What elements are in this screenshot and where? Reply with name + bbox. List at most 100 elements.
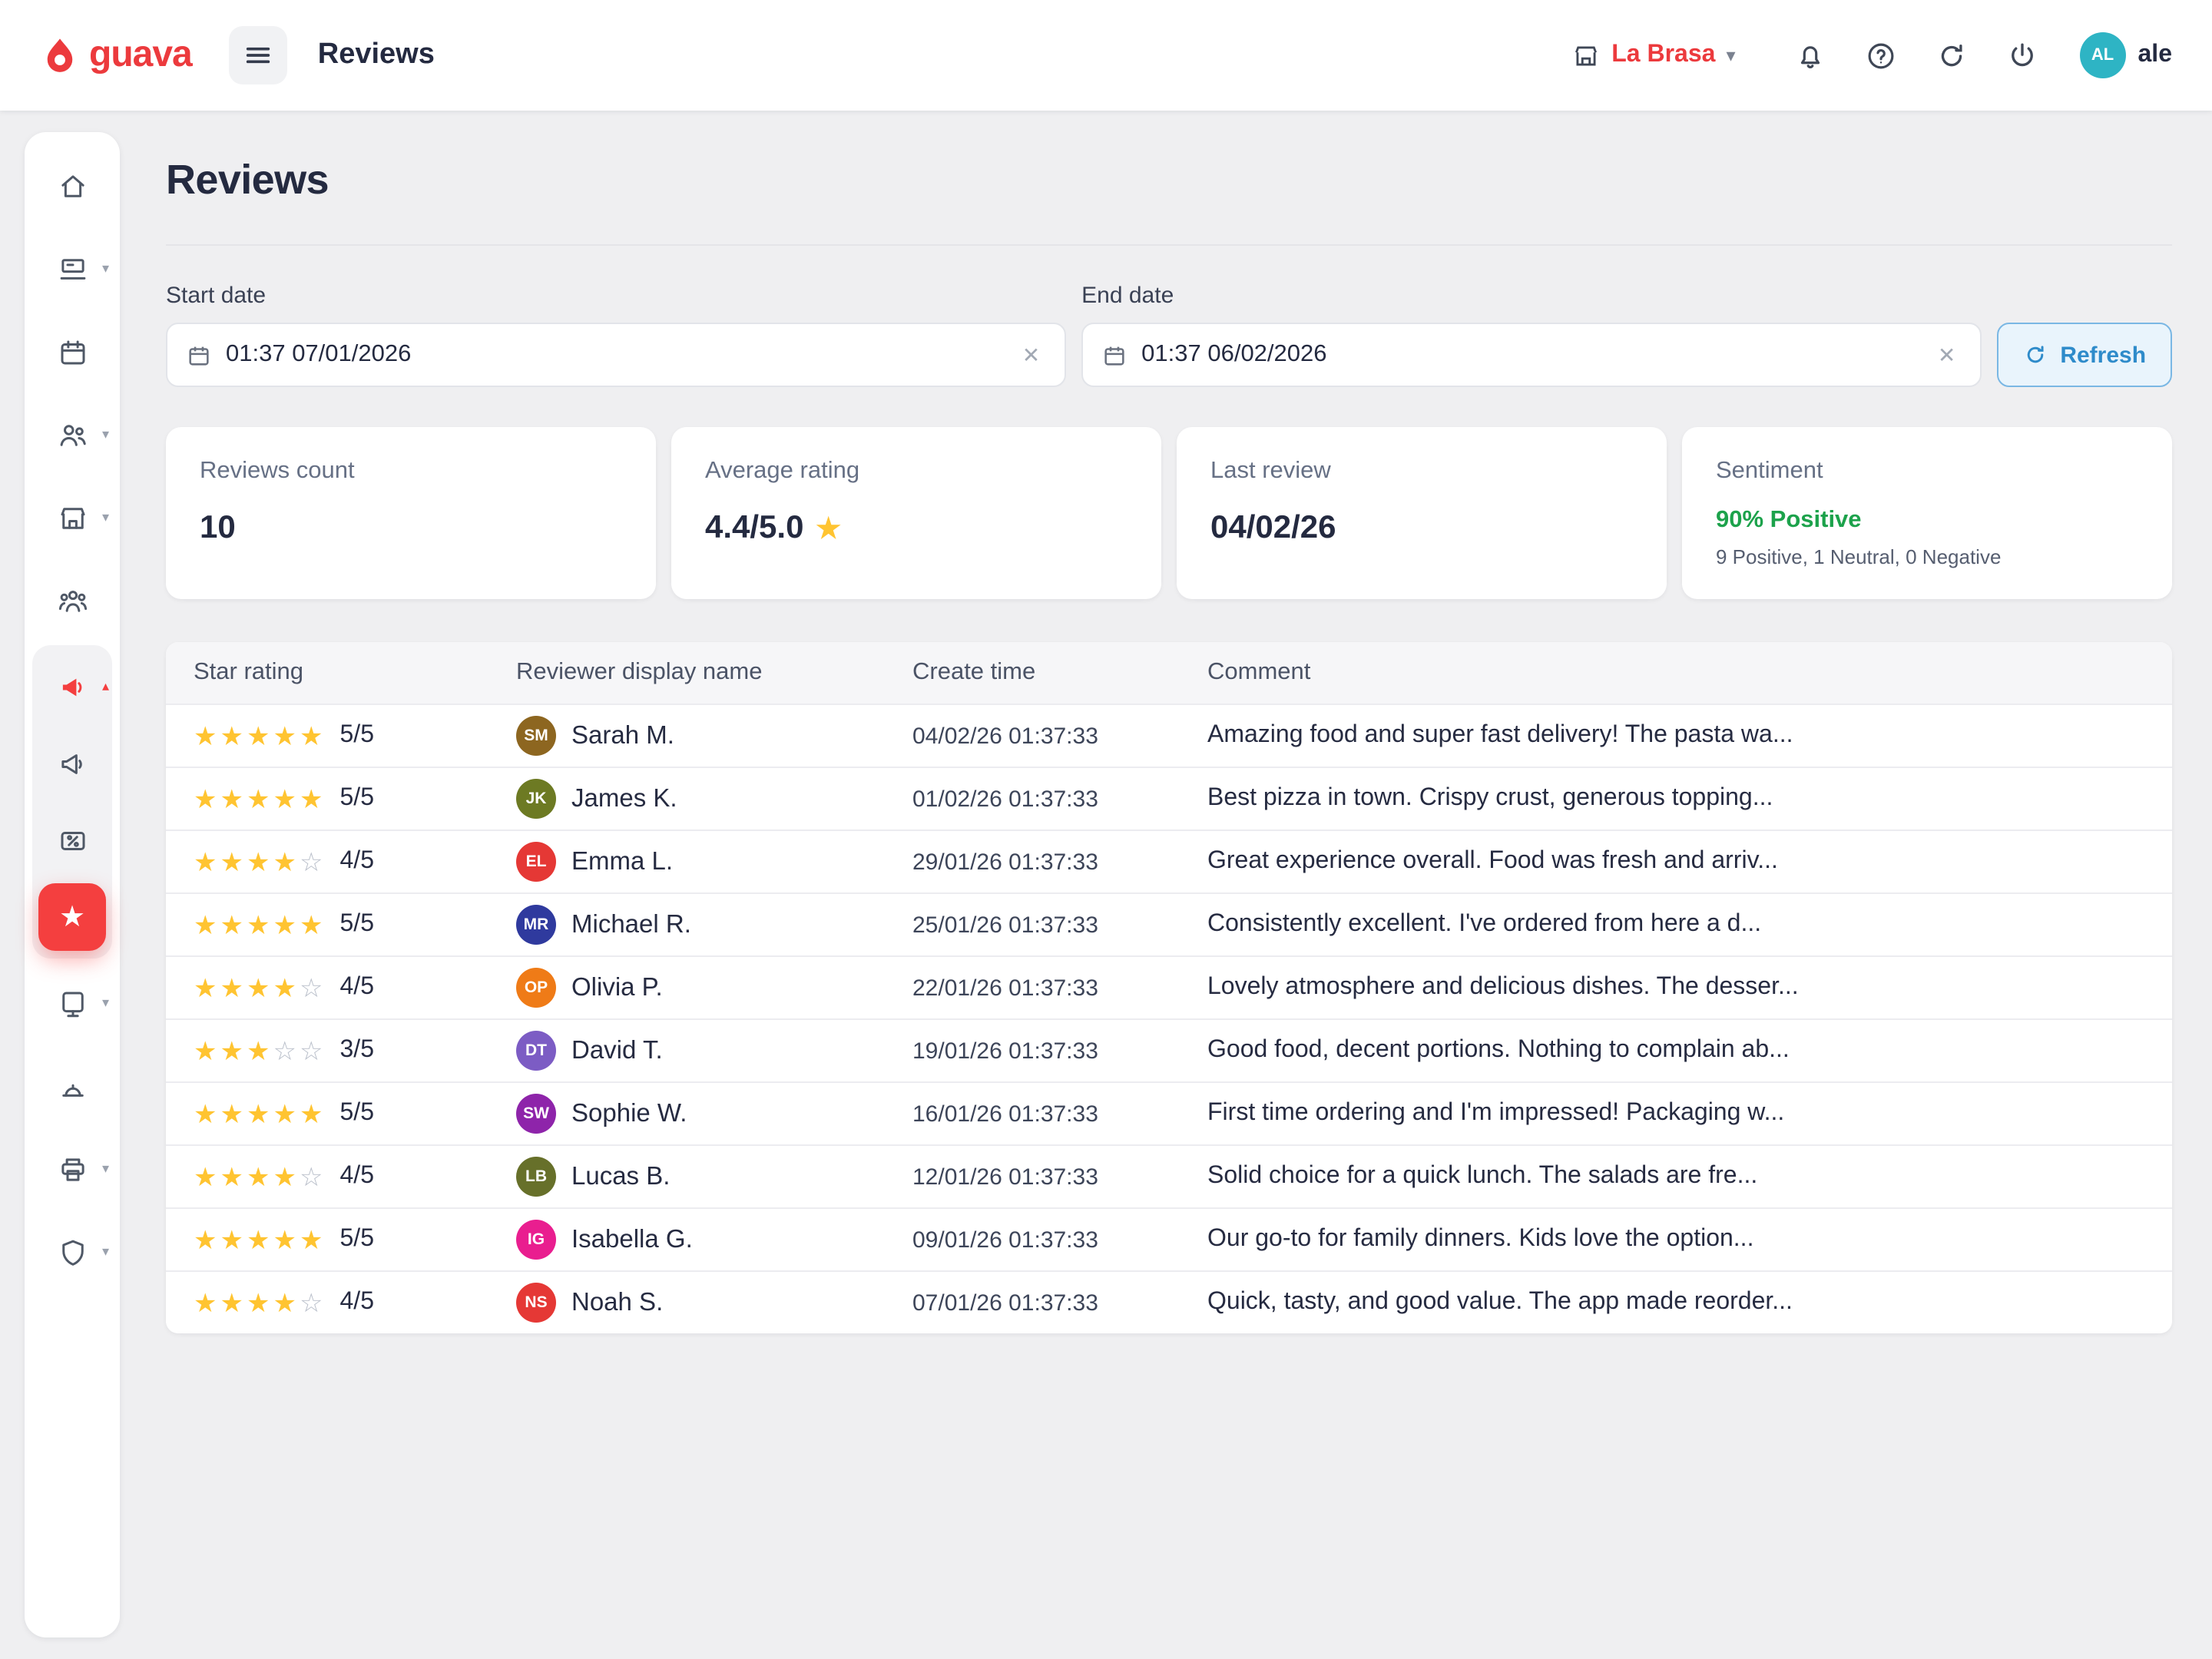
- comment-cell: Good food, decent portions. Nothing to c…: [1207, 1037, 2172, 1065]
- table-row[interactable]: ★★★★☆4/5LBLucas B.12/01/26 01:37:33Solid…: [166, 1144, 2172, 1207]
- user-avatar[interactable]: AL: [2080, 32, 2126, 78]
- logout-button[interactable]: [2003, 35, 2043, 75]
- reviews-table: Star rating Reviewer display name Create…: [166, 642, 2172, 1333]
- reviewer-name: Sophie W.: [571, 1099, 687, 1128]
- sidebar-item-home[interactable]: [32, 144, 112, 227]
- user-menu[interactable]: AL ale: [2080, 32, 2173, 78]
- reviewer-cell: DTDavid T.: [516, 1031, 912, 1071]
- star-icon: ★: [194, 721, 220, 750]
- column-header-comment: Comment: [1207, 659, 2172, 687]
- table-row[interactable]: ★★★★★5/5SMSarah M.04/02/26 01:37:33Amazi…: [166, 704, 2172, 767]
- reviewer-cell: SWSophie W.: [516, 1094, 912, 1134]
- sidebar-item-security[interactable]: ▾: [32, 1210, 112, 1293]
- stats-row: Reviews count 10 Average rating 4.4/5.0 …: [166, 427, 2172, 599]
- star-icon: ★: [247, 973, 273, 1002]
- sentiment-value: 90% Positive: [1716, 507, 2138, 535]
- star-icon: ★: [273, 1225, 300, 1254]
- main-content: Reviews Start date 01:37 07/01/2026 ✕ En…: [166, 111, 2172, 1659]
- stat-value: 04/02/26: [1210, 510, 1633, 547]
- star-icon: ★: [220, 1225, 247, 1254]
- table-row[interactable]: ★★★☆☆3/5DTDavid T.19/01/26 01:37:33Good …: [166, 1018, 2172, 1081]
- create-time-cell: 29/01/26 01:37:33: [912, 849, 1207, 875]
- avatar: LB: [516, 1157, 556, 1197]
- reviewer-cell: SMSarah M.: [516, 716, 912, 756]
- table-row[interactable]: ★★★★☆4/5ELEmma L.29/01/26 01:37:33Great …: [166, 830, 2172, 892]
- star-icon: ★: [220, 784, 247, 813]
- guava-logo-icon: [40, 35, 80, 75]
- sidebar-item-kitchen[interactable]: [32, 1045, 112, 1128]
- table-row[interactable]: ★★★★★5/5MRMichael R.25/01/26 01:37:33Con…: [166, 892, 2172, 955]
- star-icon: ★: [273, 973, 300, 1002]
- help-button[interactable]: [1862, 35, 1902, 75]
- star-icon: ★: [194, 784, 220, 813]
- clear-end-date-icon[interactable]: ✕: [1932, 339, 1962, 371]
- staff-icon: [56, 584, 88, 617]
- end-date-input[interactable]: 01:37 06/02/2026 ✕: [1081, 323, 1982, 387]
- star-icon: ★: [194, 1162, 220, 1191]
- clear-start-date-icon[interactable]: ✕: [1016, 339, 1046, 371]
- create-time-cell: 19/01/26 01:37:33: [912, 1038, 1207, 1064]
- printer-icon: [56, 1153, 88, 1185]
- create-time-cell: 12/01/26 01:37:33: [912, 1164, 1207, 1190]
- table-row[interactable]: ★★★★☆4/5NSNoah S.07/01/26 01:37:33Quick,…: [166, 1270, 2172, 1333]
- comment-cell: Consistently excellent. I've ordered fro…: [1207, 911, 2172, 939]
- sidebar-item-pos[interactable]: ▾: [32, 227, 112, 310]
- star-rating-cell: ★★★★★5/5: [166, 911, 516, 939]
- star-icon: ★: [194, 1036, 220, 1065]
- avatar: NS: [516, 1283, 556, 1323]
- menu-button[interactable]: [229, 26, 287, 84]
- star-icon: ☆: [300, 1162, 326, 1191]
- coupons-icon: [56, 824, 88, 856]
- star-rating-cell: ★★★★☆4/5: [166, 974, 516, 1002]
- chevron-down-icon: ▾: [102, 1243, 109, 1260]
- restaurant-selector[interactable]: La Brasa ▾: [1571, 41, 1735, 70]
- star-icon: ★: [273, 721, 300, 750]
- comment-cell: Solid choice for a quick lunch. The sala…: [1207, 1163, 2172, 1190]
- sidebar-item-store[interactable]: ▾: [32, 476, 112, 559]
- star-rating-cell: ★★★★★5/5: [166, 1226, 516, 1253]
- sidebar-item-campaigns[interactable]: [32, 725, 112, 802]
- start-date-input[interactable]: 01:37 07/01/2026 ✕: [166, 323, 1066, 387]
- restaurant-name: La Brasa: [1611, 41, 1715, 69]
- avatar: OP: [516, 968, 556, 1008]
- security-icon: [56, 1236, 88, 1268]
- stat-label: Last review: [1210, 458, 1633, 485]
- star-icon: ★: [220, 910, 247, 939]
- table-row[interactable]: ★★★★★5/5IGIsabella G.09/01/26 01:37:33Ou…: [166, 1207, 2172, 1270]
- table-row[interactable]: ★★★★★5/5JKJames K.01/02/26 01:37:33Best …: [166, 767, 2172, 830]
- chevron-up-icon: ▴: [102, 678, 109, 695]
- sidebar-item-marketing[interactable]: ▴: [32, 648, 112, 725]
- sidebar-item-coupons[interactable]: [32, 802, 112, 879]
- sidebar-item-customers[interactable]: ▾: [32, 393, 112, 476]
- refresh-button[interactable]: Refresh: [1997, 323, 2172, 387]
- star-icon: ★: [220, 1099, 247, 1128]
- star-icon: ★: [220, 1162, 247, 1191]
- star-icon: ☆: [300, 847, 326, 876]
- reviewer-name: Lucas B.: [571, 1162, 670, 1191]
- kiosk-icon: [56, 987, 88, 1019]
- sidebar-item-calendar[interactable]: [32, 310, 112, 393]
- avatar: EL: [516, 842, 556, 882]
- star-icon: ★: [247, 1288, 273, 1317]
- star-icon: ★: [300, 721, 326, 750]
- table-row[interactable]: ★★★★☆4/5OPOlivia P.22/01/26 01:37:33Love…: [166, 955, 2172, 1018]
- star-icon: ★: [247, 847, 273, 876]
- sidebar-item-staff[interactable]: [32, 559, 112, 642]
- sidebar-item-kiosk[interactable]: ▾: [32, 962, 112, 1045]
- sidebar-item-reviews[interactable]: ★: [32, 879, 112, 955]
- sidebar-item-printer[interactable]: ▾: [32, 1128, 112, 1210]
- create-time-cell: 25/01/26 01:37:33: [912, 912, 1207, 938]
- table-row[interactable]: ★★★★★5/5SWSophie W.16/01/26 01:37:33Firs…: [166, 1081, 2172, 1144]
- star-icon: ★: [220, 721, 247, 750]
- stat-card-reviews-count: Reviews count 10: [166, 427, 656, 599]
- star-rating-cell: ★★★☆☆3/5: [166, 1037, 516, 1065]
- reviews-star-icon[interactable]: ★: [38, 883, 106, 951]
- reviewer-cell: ELEmma L.: [516, 842, 912, 882]
- guava-logo[interactable]: guava: [40, 34, 192, 77]
- star-icon: ★: [194, 910, 220, 939]
- notifications-button[interactable]: [1791, 35, 1831, 75]
- star-icon: ★: [194, 1288, 220, 1317]
- star-rating-cell: ★★★★★5/5: [166, 1100, 516, 1128]
- sync-button[interactable]: [1932, 35, 1972, 75]
- reviewer-cell: JKJames K.: [516, 779, 912, 819]
